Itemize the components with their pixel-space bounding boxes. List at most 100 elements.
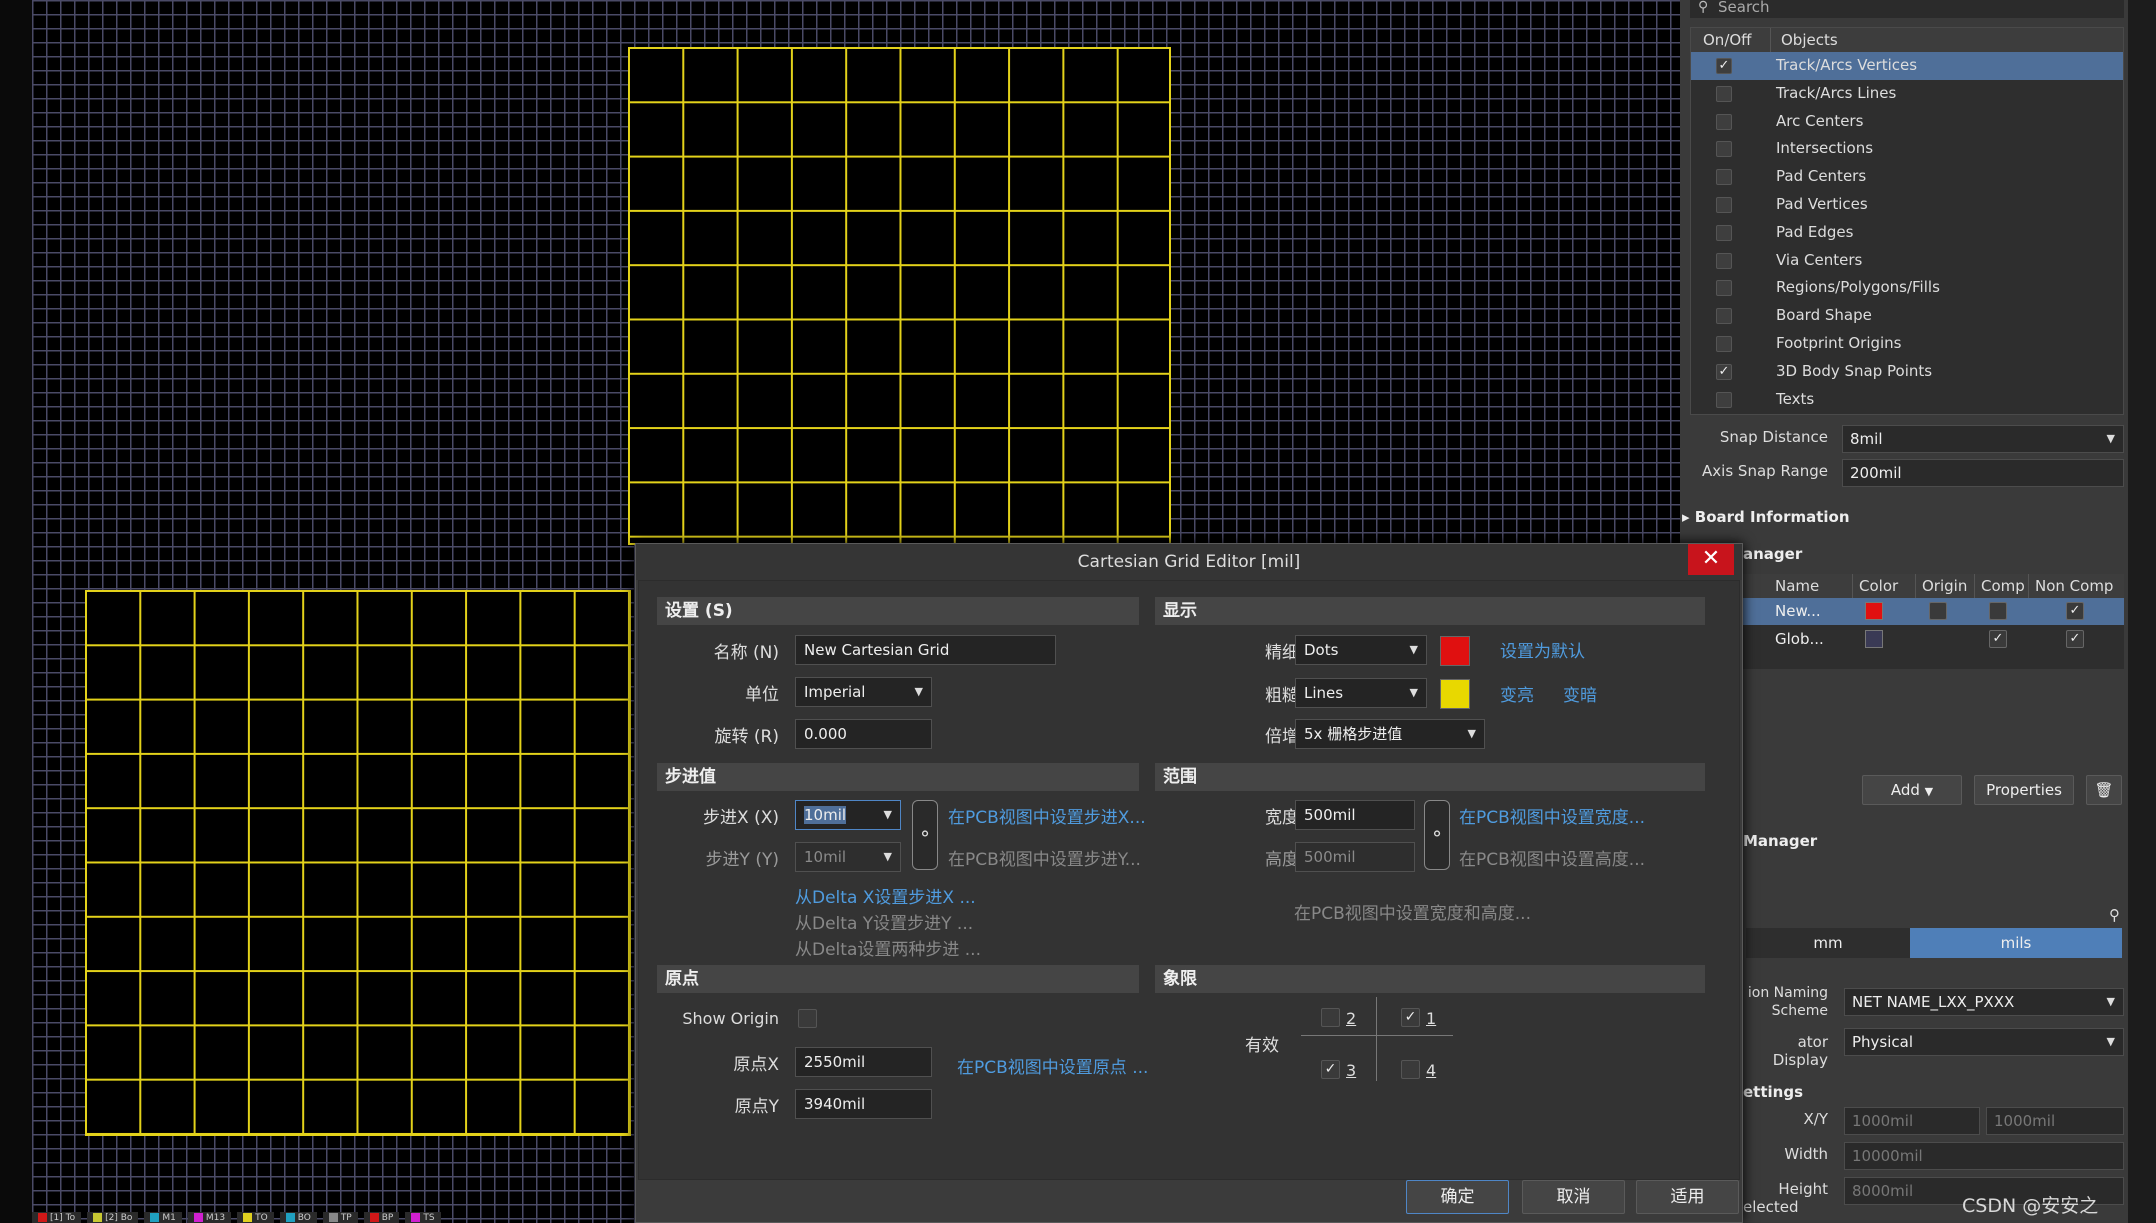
layer-tab[interactable]: TP <box>322 1212 358 1223</box>
lighter-link[interactable]: 变亮 <box>1500 681 1534 706</box>
settings-section[interactable]: ettings <box>1743 1083 1803 1101</box>
grid-row-color-swatch[interactable] <box>1865 602 1883 620</box>
set-width-link[interactable]: 在PCB视图中设置宽度... <box>1459 803 1645 828</box>
step-y-select[interactable]: 10mil ▼ <box>795 842 901 872</box>
snap-object-row[interactable]: Board Shape <box>1691 302 2123 330</box>
layer-tab[interactable]: M1 <box>144 1212 182 1223</box>
layer-tab[interactable]: M13 <box>187 1212 232 1223</box>
grid-row-origin-checkbox[interactable] <box>1929 602 1947 620</box>
layer-tab[interactable]: [2] Bo <box>87 1212 139 1223</box>
range-height-input[interactable]: 500mil <box>1295 842 1415 872</box>
layer-tab[interactable]: TO <box>237 1212 274 1223</box>
fine-color-swatch[interactable] <box>1440 636 1470 666</box>
snap-object-checkbox[interactable]: ✓ <box>1716 363 1732 380</box>
snap-object-row[interactable]: ✓ 3D Body Snap Points <box>1691 358 2123 386</box>
snap-object-row[interactable]: Track/Arcs Lines <box>1691 80 2123 108</box>
grid-row-noncomp-checkbox[interactable]: ✓ <box>2066 630 2084 648</box>
snap-object-checkbox[interactable] <box>1716 391 1732 408</box>
unit-mils-toggle[interactable]: mils <box>1910 928 2122 958</box>
board-information-section[interactable]: ▸ Board Information <box>1682 508 1850 526</box>
snap-object-row[interactable]: Texts <box>1691 386 2123 414</box>
set-default-link[interactable]: 设置为默认 <box>1500 637 1585 662</box>
link-range-icon[interactable]: ⚬ <box>1424 800 1450 870</box>
darker-link[interactable]: 变暗 <box>1563 681 1597 706</box>
width-input[interactable]: 10000mil <box>1844 1142 2124 1170</box>
snap-object-checkbox[interactable] <box>1716 280 1732 297</box>
properties-button[interactable]: Properties <box>1974 775 2074 805</box>
axis-snap-input[interactable]: 200mil <box>1842 459 2124 487</box>
set-step-x-link[interactable]: 在PCB视图中设置步进X... <box>948 803 1146 828</box>
grid-row[interactable]: Glob... ✓ ✓ <box>1741 626 2124 653</box>
quadrant-4-checkbox[interactable] <box>1401 1060 1420 1079</box>
grid-manager-section[interactable]: anager <box>1743 545 1802 563</box>
link-step-icon[interactable]: ⚬ <box>912 800 938 870</box>
close-icon[interactable]: ✕ <box>1688 544 1734 575</box>
grid-row-comp-checkbox[interactable]: ✓ <box>1989 630 2007 648</box>
snap-object-row[interactable]: Pad Vertices <box>1691 191 2123 219</box>
fine-select[interactable]: Dots ▼ <box>1295 635 1427 665</box>
layer-tab[interactable]: BO <box>279 1212 317 1223</box>
snap-object-checkbox[interactable] <box>1716 85 1732 102</box>
snap-object-checkbox[interactable] <box>1716 308 1732 325</box>
naming-scheme-select[interactable]: NET NAME_LXX_PXXX ▼ <box>1844 988 2124 1016</box>
designator-display-select[interactable]: Physical ▼ <box>1844 1028 2124 1056</box>
snap-object-row[interactable]: Pad Centers <box>1691 163 2123 191</box>
origin-x-input[interactable]: 2550mil <box>795 1047 932 1077</box>
layer-tab[interactable]: BP <box>363 1212 400 1223</box>
cancel-button[interactable]: 取消 <box>1522 1180 1625 1214</box>
snap-object-checkbox[interactable] <box>1716 169 1732 186</box>
snap-object-row[interactable]: Footprint Origins <box>1691 330 2123 358</box>
panel-scroll-strip[interactable] <box>2128 0 2156 1223</box>
guide-manager-section[interactable]: Manager <box>1743 832 1817 850</box>
origin-y-input[interactable]: 3940mil <box>795 1089 932 1119</box>
snap-object-checkbox[interactable] <box>1716 335 1732 352</box>
rotation-input[interactable]: 0.000 <box>795 719 932 749</box>
set-origin-link[interactable]: 在PCB视图中设置原点 ... <box>957 1053 1148 1078</box>
snap-object-row[interactable]: Arc Centers <box>1691 108 2123 136</box>
snap-object-row[interactable]: ✓ Track/Arcs Vertices <box>1691 52 2123 80</box>
coarse-select[interactable]: Lines ▼ <box>1295 678 1427 708</box>
apply-button[interactable]: 适用 <box>1636 1180 1739 1214</box>
unit-mm-toggle[interactable]: mm <box>1746 928 1910 958</box>
add-button[interactable]: Add ▼ <box>1862 775 1962 805</box>
search-input[interactable]: ⚲ Search <box>1690 0 2124 18</box>
snap-object-row[interactable]: Intersections <box>1691 135 2123 163</box>
grid-row[interactable]: New... ✓ <box>1741 598 2124 625</box>
grid-row-noncomp-checkbox[interactable]: ✓ <box>2066 602 2084 620</box>
y-input[interactable]: 1000mil <box>1986 1107 2124 1135</box>
grid-row-color-swatch[interactable] <box>1865 630 1883 648</box>
snap-object-checkbox[interactable] <box>1716 224 1732 241</box>
set-height-link[interactable]: 在PCB视图中设置高度... <box>1459 845 1645 870</box>
snap-object-row[interactable]: Via Centers <box>1691 247 2123 275</box>
name-input[interactable]: New Cartesian Grid <box>795 635 1056 665</box>
snap-object-checkbox[interactable] <box>1716 141 1732 158</box>
grid-row-comp-checkbox[interactable] <box>1989 602 2007 620</box>
quadrant-2-checkbox[interactable] <box>1321 1008 1340 1027</box>
snap-object-row[interactable]: Pad Edges <box>1691 219 2123 247</box>
unit-select[interactable]: Imperial ▼ <box>795 677 932 707</box>
layer-tab[interactable]: TS <box>405 1212 441 1223</box>
quadrant-3-checkbox[interactable]: ✓ <box>1321 1060 1340 1079</box>
snap-object-row[interactable]: Regions/Polygons/Fills <box>1691 274 2123 302</box>
set-width-height-link[interactable]: 在PCB视图中设置宽度和高度... <box>1294 899 1531 924</box>
ok-button[interactable]: 确定 <box>1406 1180 1509 1214</box>
snap-object-checkbox[interactable] <box>1716 196 1732 213</box>
delta-y-link[interactable]: 从Delta Y设置步进Y ... <box>795 909 973 934</box>
x-input[interactable]: 1000mil <box>1844 1107 1980 1135</box>
step-x-select[interactable]: 10mil ▼ <box>795 800 901 830</box>
snap-object-checkbox[interactable]: ✓ <box>1716 58 1732 74</box>
quadrant-1-checkbox[interactable]: ✓ <box>1401 1008 1420 1027</box>
multiplier-select[interactable]: 5x 栅格步进值 ▼ <box>1295 719 1485 749</box>
layer-tab[interactable]: [1] To <box>32 1212 82 1223</box>
delta-both-link[interactable]: 从Delta设置两种步进 ... <box>795 935 981 960</box>
coarse-color-swatch[interactable] <box>1440 679 1470 709</box>
show-origin-checkbox[interactable] <box>798 1009 817 1028</box>
snap-object-checkbox[interactable] <box>1716 252 1732 269</box>
search-icon[interactable]: ⚲ <box>2100 906 2120 924</box>
snap-distance-select[interactable]: 8mil ▼ <box>1842 425 2124 453</box>
range-width-input[interactable]: 500mil <box>1295 800 1415 830</box>
delta-x-link[interactable]: 从Delta X设置步进X ... <box>795 883 976 908</box>
snap-object-checkbox[interactable] <box>1716 113 1732 130</box>
set-step-y-link[interactable]: 在PCB视图中设置步进Y... <box>948 845 1141 870</box>
trash-icon[interactable]: 🗑 <box>2086 775 2122 805</box>
